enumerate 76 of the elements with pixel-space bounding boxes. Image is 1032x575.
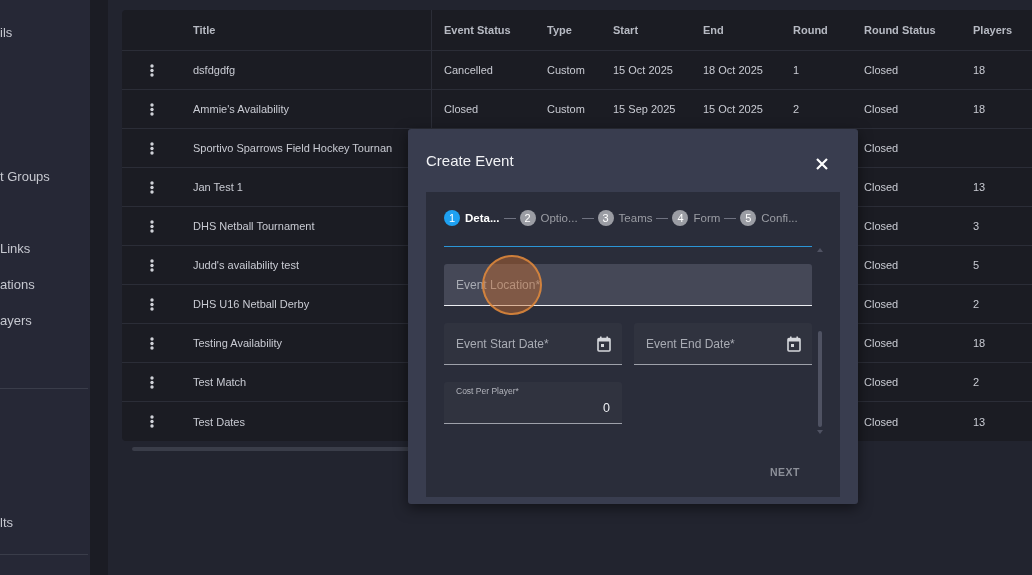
table-cell: DHS U16 Netball Derby (193, 298, 310, 310)
calendar-icon[interactable] (787, 336, 801, 352)
table-cell: Judd's availability test (193, 259, 300, 271)
more-icon[interactable] (149, 297, 154, 311)
step-label[interactable]: Optio... (540, 212, 578, 224)
field-label: Cost Per Player* (456, 386, 519, 396)
table-cell: Closed (864, 415, 899, 428)
table-cell: Cancelled (444, 64, 493, 76)
table-cell: 15 Oct 2025 (703, 103, 763, 115)
more-icon[interactable] (149, 375, 154, 389)
table-cell: Custom (547, 64, 585, 76)
more-icon[interactable] (149, 180, 154, 194)
table-cell: Closed (864, 259, 899, 271)
table-cell: 13 (973, 181, 986, 193)
table-cell: 18 (973, 337, 986, 349)
more-icon[interactable] (149, 63, 154, 77)
table-cell: 5 (973, 259, 980, 271)
sidebar-item[interactable]: ations (0, 276, 90, 294)
column-header[interactable]: Start (601, 10, 691, 50)
column-header[interactable]: Type (535, 10, 601, 50)
table-cell: Closed (864, 220, 899, 232)
table-cell: Custom (547, 103, 585, 115)
table-cell: Ammie's Availability (193, 103, 290, 115)
column-header[interactable]: Event Status (431, 10, 535, 50)
step-label[interactable]: Form (693, 212, 721, 224)
table-cell: Jan Test 1 (193, 181, 243, 193)
column-header[interactable]: End (691, 10, 781, 50)
table-cell: Testing Availability (193, 337, 283, 349)
step-label[interactable]: Confi... (761, 212, 798, 224)
sidebar-item[interactable]: lts (0, 514, 90, 532)
vertical-scrollbar[interactable] (817, 248, 823, 434)
column-header[interactable]: Title (181, 10, 431, 50)
table-cell: 18 (973, 103, 986, 115)
table-cell: 2 (973, 376, 980, 388)
table-cell: 18 (973, 64, 986, 76)
table-cell: 3 (973, 220, 980, 232)
table-cell: 15 Oct 2025 (613, 64, 673, 76)
more-icon[interactable] (149, 141, 154, 155)
sidebar-item[interactable]: Links (0, 240, 90, 258)
sidebar-item[interactable]: ils (0, 24, 90, 42)
table-cell: Test Match (193, 376, 247, 388)
table-cell: DHS Netball Tournament (193, 220, 315, 232)
column-header[interactable]: Round Status (852, 10, 961, 50)
table-cell: Closed (864, 64, 899, 76)
table-cell: 1 (793, 64, 800, 76)
start-date-field[interactable]: Event Start Date* (444, 323, 622, 365)
sidebar-item[interactable]: ayers (0, 312, 90, 330)
more-icon[interactable] (149, 219, 154, 233)
table-cell: Sportivo Sparrows Field Hockey Tournan (193, 142, 393, 154)
table-cell: Closed (864, 376, 899, 388)
sidebar-item[interactable]: t Groups (0, 168, 90, 186)
column-header[interactable]: Players (961, 10, 1021, 50)
table-cell: Closed (864, 103, 899, 115)
table-cell: 2 (793, 103, 800, 115)
more-icon[interactable] (149, 415, 154, 428)
table-cell: Closed (864, 142, 899, 154)
end-date-field[interactable]: Event End Date* (634, 323, 812, 365)
table-cell: Closed (864, 181, 899, 193)
calendar-icon[interactable] (597, 336, 611, 352)
step-label[interactable]: Teams (618, 212, 653, 224)
table-cell: 13 (973, 415, 986, 428)
dialog-title: Create Event (426, 151, 514, 169)
more-icon[interactable] (149, 258, 154, 272)
more-icon[interactable] (149, 336, 154, 350)
more-icon[interactable] (149, 102, 154, 116)
close-icon[interactable] (816, 157, 828, 170)
step-label[interactable]: Deta... (465, 212, 500, 224)
table-cell: 18 Oct 2025 (703, 64, 763, 76)
table-cell: Test Dates (193, 415, 245, 428)
table-cell: Closed (864, 298, 899, 310)
table-cell: Closed (444, 103, 479, 115)
table-cell: 2 (973, 298, 980, 310)
table-cell: dsfdgdfg (193, 64, 236, 76)
column-header[interactable]: Round (781, 10, 852, 50)
table-cell: 15 Sep 2025 (613, 103, 676, 115)
table-cell: Closed (864, 337, 899, 349)
